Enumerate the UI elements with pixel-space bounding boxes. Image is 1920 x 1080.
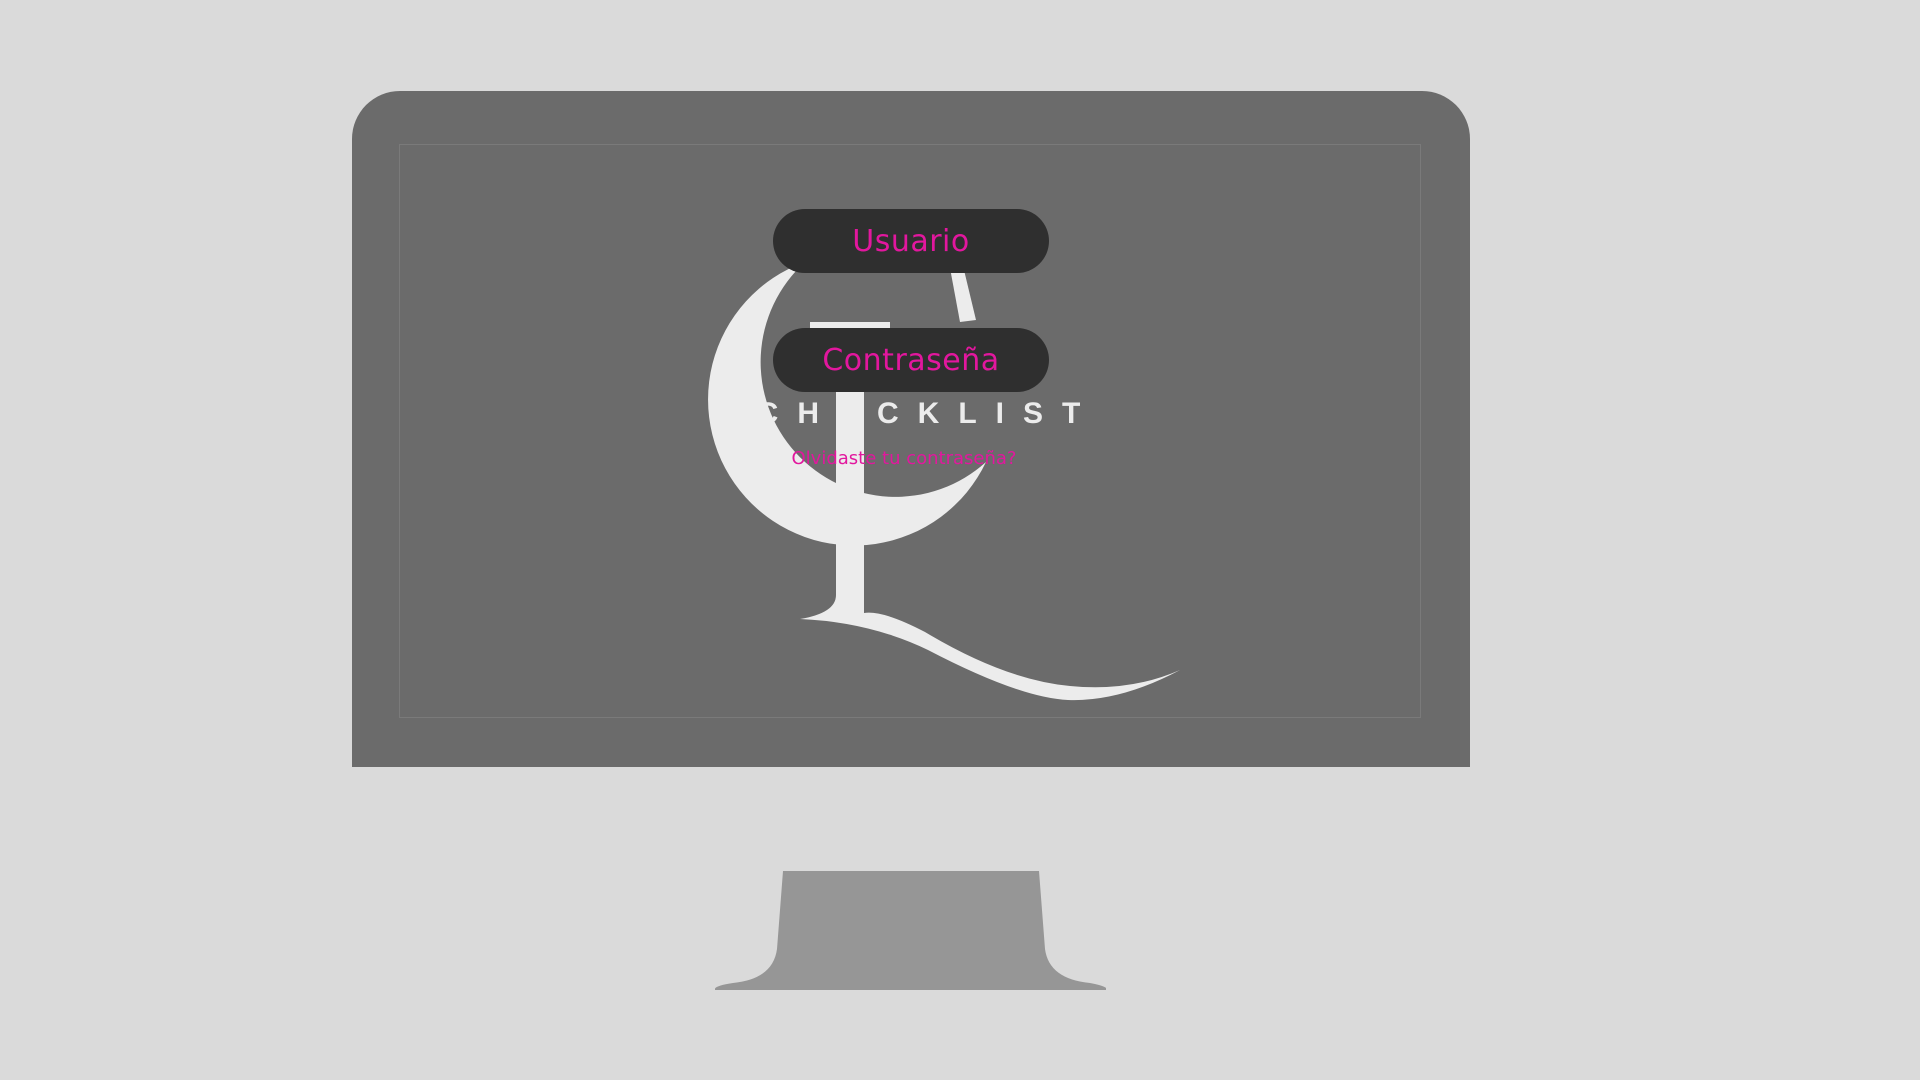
password-label: Contraseña <box>822 342 1000 378</box>
username-field[interactable]: Usuario <box>773 209 1049 273</box>
logo-wordmark: CHECKLIST <box>757 397 1100 430</box>
forgot-password-link[interactable]: Olvidaste tu contraseña? <box>778 448 1030 469</box>
checklist-logo-icon: CHECKLIST <box>708 262 1180 701</box>
password-field[interactable]: Contraseña <box>773 328 1049 392</box>
logo-c-terminal <box>950 268 976 322</box>
username-label: Usuario <box>852 223 970 259</box>
login-page: CHECKLIST Usuario Contraseña Olvidaste t… <box>0 0 1920 1080</box>
monitor-stand <box>715 871 1106 990</box>
